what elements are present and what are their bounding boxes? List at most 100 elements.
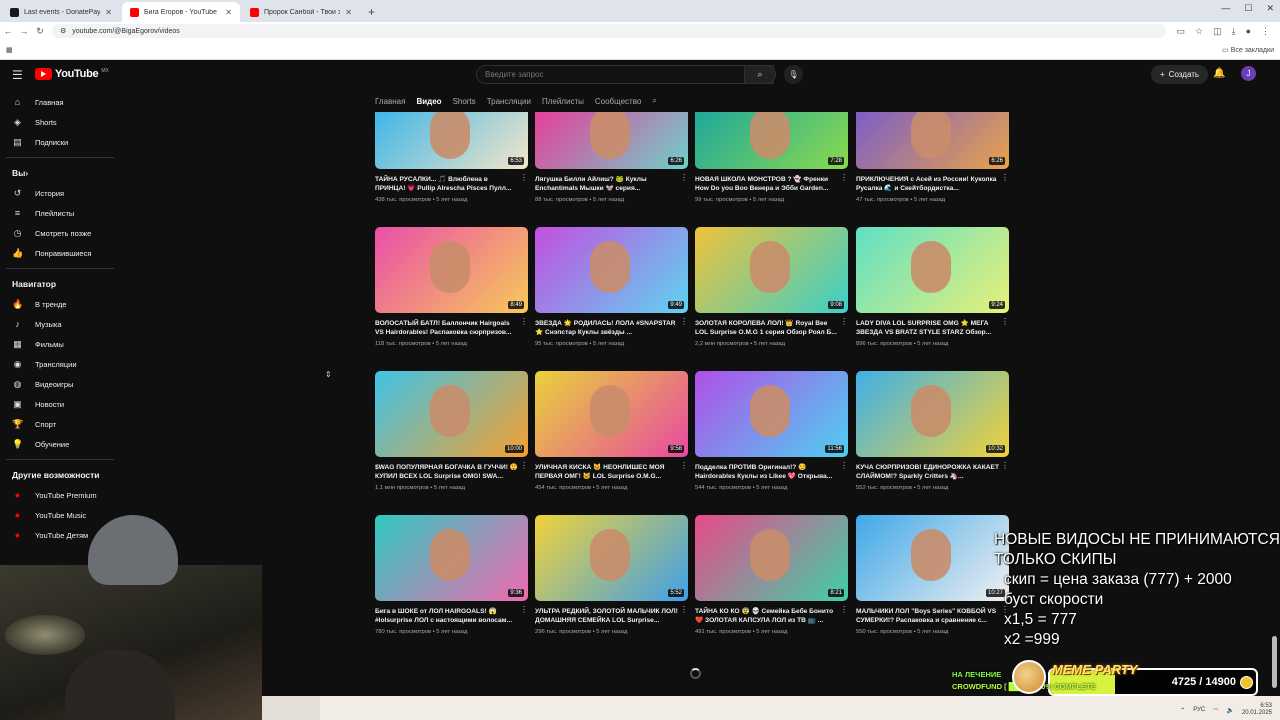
video-card[interactable]: 7:28 НОВАЯ ШКОЛА МОНСТРОВ ? 👻 Френки How …: [695, 112, 848, 203]
more-options-icon[interactable]: ⋮: [1001, 461, 1009, 470]
more-options-icon[interactable]: ⋮: [680, 173, 688, 182]
sidebar-item[interactable]: ◍ Видеоигры: [0, 374, 120, 394]
sidebar-item[interactable]: ≡ Плейлисты: [0, 203, 120, 223]
video-title[interactable]: ПРИКЛЮЧЕНИЯ с Асей из России! Куколка Ру…: [856, 175, 1009, 193]
volume-icon[interactable]: 🔈: [1226, 707, 1233, 714]
channel-tab[interactable]: Трансляции: [487, 97, 531, 106]
video-thumbnail[interactable]: 6:53: [375, 112, 528, 169]
video-thumbnail[interactable]: 9:24: [856, 227, 1009, 313]
forward-icon[interactable]: →: [16, 26, 32, 36]
more-options-icon[interactable]: ⋮: [520, 173, 528, 182]
account-avatar[interactable]: J: [1241, 66, 1256, 81]
sidebar-item[interactable]: ◷ Смотреть позже: [0, 223, 120, 243]
video-title[interactable]: $WAG ПОПУЛЯРНАЯ БОГАЧКА В ГУЧЧИ! 😲 КУПИЛ…: [375, 463, 528, 481]
notifications-bell-icon[interactable]: 🔔: [1213, 68, 1225, 79]
more-options-icon[interactable]: ⋮: [840, 173, 848, 182]
hamburger-menu-icon[interactable]: ☰: [12, 68, 23, 82]
video-card[interactable]: 10:32 КУЧА СЮРПРИЗОВ! ЕДИНОРОЖКА КАКАЕТ С…: [856, 371, 1009, 491]
video-thumbnail[interactable]: 6:26: [535, 112, 688, 169]
video-thumbnail[interactable]: 9:36: [375, 515, 528, 601]
video-thumbnail[interactable]: 7:28: [695, 112, 848, 169]
sidebar-item[interactable]: 💡 Обучение: [0, 434, 120, 454]
browser-tab[interactable]: Бига Егоров - YouTube ✕: [122, 2, 240, 22]
language-indicator[interactable]: РУС: [1193, 707, 1205, 713]
browser-tab[interactable]: Last events - DonatePay.ru ✕: [2, 2, 120, 22]
more-options-icon[interactable]: ⋮: [520, 317, 528, 326]
apps-grid-icon[interactable]: ▦: [6, 46, 13, 54]
more-options-icon[interactable]: ⋮: [520, 461, 528, 470]
video-card[interactable]: 6:26 Лягушка Билли Айлиш? 🐸 Куклы Enchant…: [535, 112, 688, 203]
video-thumbnail[interactable]: 8:49: [375, 227, 528, 313]
sidebar-item[interactable]: ◈ Shorts: [0, 112, 120, 132]
sidebar-item[interactable]: ▣ Новости: [0, 394, 120, 414]
video-title[interactable]: ТАЙНА КО КО 😨 💀 Семейка Бебе Бонито ❤️ З…: [695, 607, 848, 625]
video-title[interactable]: Бига в ШОКЕ от ЛОЛ HAIRGOALS! 😱 #lolsurp…: [375, 607, 528, 625]
more-options-icon[interactable]: ⋮: [680, 317, 688, 326]
more-options-icon[interactable]: ⋮: [840, 605, 848, 614]
more-heading[interactable]: Другие возможности: [0, 465, 120, 485]
wifi-icon[interactable]: ◠: [1213, 707, 1218, 714]
video-thumbnail[interactable]: 9:58: [535, 371, 688, 457]
browser-tab[interactable]: Пророк Санбой - Твои зелёные... ✕: [242, 2, 360, 22]
more-options-icon[interactable]: ⋮: [680, 605, 688, 614]
video-thumbnail[interactable]: 6:26: [856, 112, 1009, 169]
new-tab-button[interactable]: +: [360, 2, 383, 22]
video-card[interactable]: 5:52 УЛЬТРА РЕДКИЙ, ЗОЛОТОЙ МАЛЬЧИК ЛОЛ! …: [535, 515, 688, 635]
video-thumbnail[interactable]: 9:08: [695, 227, 848, 313]
you-heading[interactable]: Вы ›: [0, 163, 120, 183]
sidebar-item[interactable]: ● YouTube Premium: [0, 485, 120, 505]
tab-close-icon[interactable]: ✕: [225, 8, 232, 17]
video-thumbnail[interactable]: 5:52: [535, 515, 688, 601]
video-card[interactable]: 10:00 $WAG ПОПУЛЯРНАЯ БОГАЧКА В ГУЧЧИ! 😲 …: [375, 371, 528, 491]
more-options-icon[interactable]: ⋮: [840, 461, 848, 470]
video-thumbnail[interactable]: 10:00: [375, 371, 528, 457]
video-thumbnail[interactable]: 11:56: [695, 371, 848, 457]
video-title[interactable]: ВОЛОСАТЫЙ БАТЛ! Баллончик Hairgoals VS H…: [375, 319, 528, 337]
video-title[interactable]: ЗОЛОТАЯ КОРОЛЕВА ЛОЛ! 👑 Royal Bee LOL Su…: [695, 319, 848, 337]
video-title[interactable]: ЗВЕЗДА 🌟 РОДИЛАСЬ! ЛОЛА #SNAPSTAR ⭐ Снэп…: [535, 319, 688, 337]
video-card[interactable]: 9:58 УЛИЧНАЯ КИСКА 🐱 НЕОНЛИШЕС МОЯ ПЕРВАЯ…: [535, 371, 688, 491]
video-thumbnail[interactable]: 10:32: [856, 371, 1009, 457]
channel-tab[interactable]: Сообщество: [595, 97, 641, 106]
more-options-icon[interactable]: ⋮: [1001, 317, 1009, 326]
sidebar-item[interactable]: ⌂ Главная: [0, 92, 120, 112]
video-card[interactable]: 8:21 ТАЙНА КО КО 😨 💀 Семейка Бебе Бонито …: [695, 515, 848, 635]
reload-icon[interactable]: ↻: [32, 26, 48, 37]
video-title[interactable]: УЛЬТРА РЕДКИЙ, ЗОЛОТОЙ МАЛЬЧИК ЛОЛ! ДОМА…: [535, 607, 688, 625]
tab-close-icon[interactable]: ✕: [105, 8, 112, 17]
downloads-icon[interactable]: ⤓: [1232, 26, 1236, 37]
video-title[interactable]: ТАЙНА РУСАЛКИ... 🎵 Влюблена в ПРИНЦА! 💗 …: [375, 175, 528, 193]
create-button[interactable]: + Создать: [1151, 65, 1209, 84]
all-bookmarks[interactable]: ▭ Все закладки: [1222, 46, 1274, 54]
clock[interactable]: 6:53 20.01.2025: [1242, 703, 1272, 717]
tray-chevron-icon[interactable]: ⌃: [1180, 707, 1185, 714]
video-card[interactable]: 6:53 ТАЙНА РУСАЛКИ... 🎵 Влюблена в ПРИНЦА…: [375, 112, 528, 203]
channel-tab[interactable]: Плейлисты: [542, 97, 584, 106]
channel-search-icon[interactable]: ⌕: [652, 96, 656, 106]
maximize-icon[interactable]: ☐: [1244, 3, 1252, 14]
video-title[interactable]: КУЧА СЮРПРИЗОВ! ЕДИНОРОЖКА КАКАЕТ СЛАЙМО…: [856, 463, 1009, 481]
channel-tab[interactable]: Shorts: [453, 97, 476, 106]
video-title[interactable]: МАЛЬЧИКИ ЛОЛ "Boys Series" КОВБОЙ VS СУМ…: [856, 607, 1009, 625]
video-card[interactable]: 8:49 ВОЛОСАТЫЙ БАТЛ! Баллончик Hairgoals …: [375, 227, 528, 347]
search-button[interactable]: ⌕: [744, 65, 776, 84]
menu-icon[interactable]: ⋮: [1261, 26, 1270, 37]
channel-tab[interactable]: Видео: [416, 97, 441, 106]
sidebar-item[interactable]: ● YouTube Music: [0, 505, 120, 525]
sidebar-item[interactable]: 👍 Понравившиеся: [0, 243, 120, 263]
extensions-icon[interactable]: ◫: [1213, 26, 1222, 37]
video-title[interactable]: Подделка ПРОТИВ Оригинал!? 😏 Hairdorable…: [695, 463, 848, 481]
more-options-icon[interactable]: ⋮: [680, 461, 688, 470]
video-title[interactable]: УЛИЧНАЯ КИСКА 🐱 НЕОНЛИШЕС МОЯ ПЕРВАЯ ОМГ…: [535, 463, 688, 481]
site-info-icon[interactable]: ⚙: [60, 27, 66, 35]
minimize-icon[interactable]: —: [1221, 3, 1230, 14]
video-card[interactable]: 6:26 ПРИКЛЮЧЕНИЯ с Асей из России! Куколк…: [856, 112, 1009, 203]
video-card[interactable]: 10:27 МАЛЬЧИКИ ЛОЛ "Boys Series" КОВБОЙ V…: [856, 515, 1009, 635]
video-card[interactable]: 11:56 Подделка ПРОТИВ Оригинал!? 😏 Hairdo…: [695, 371, 848, 491]
channel-tab[interactable]: Главная: [375, 97, 405, 106]
sidebar-item[interactable]: 🔥 В тренде: [0, 294, 120, 314]
sidebar-item[interactable]: ↺ История: [0, 183, 120, 203]
more-options-icon[interactable]: ⋮: [840, 317, 848, 326]
video-card[interactable]: 9:36 Бига в ШОКЕ от ЛОЛ HAIRGOALS! 😱 #lol…: [375, 515, 528, 635]
close-window-icon[interactable]: ✕: [1266, 3, 1274, 14]
